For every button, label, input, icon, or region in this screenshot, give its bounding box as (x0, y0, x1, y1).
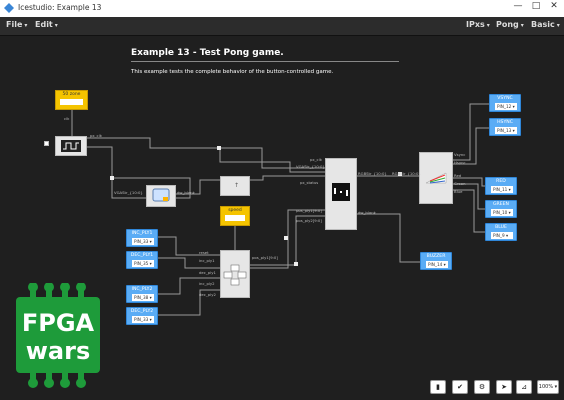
output-red[interactable]: RED PIN_11 ▾ (485, 177, 517, 195)
waveform-icon (61, 140, 81, 152)
input-port-square (44, 141, 49, 146)
wire-label: RGBStr_{10:0} (358, 171, 387, 176)
menubar: File ▾ Edit ▾ IPxs ▾ Pong ▾ Basic ▾ (0, 17, 564, 36)
wire-label: px_status (300, 180, 319, 185)
wire-label: px_clk (90, 133, 102, 138)
project-heading: Example 13 - Test Pong game. (131, 48, 284, 58)
dpad-icon (223, 264, 247, 286)
wire-label: dw_blank (358, 210, 376, 215)
wire-label: Vsync (454, 152, 466, 157)
wire-label: dec_ply1 (199, 270, 216, 275)
pin-select[interactable]: PIN_38 ▾ (132, 294, 154, 301)
project-description: This example tests the complete behavior… (131, 69, 334, 75)
caret-down-icon: ▾ (486, 22, 490, 29)
wire-label: px_clk (310, 157, 322, 162)
pin-select[interactable]: PIN_13 ▾ (495, 127, 517, 134)
input-inc-ply1[interactable]: INC_PLY1 PIN_33 ▾ (126, 229, 158, 247)
pong-game-block[interactable] (325, 158, 357, 230)
input-dec-ply1[interactable]: DEC_PLY1 PIN_35 ▾ (126, 251, 158, 269)
menu-edit[interactable]: Edit ▾ (35, 20, 58, 29)
pin-select[interactable]: PIN_9 ▾ (491, 232, 513, 239)
pong-screen-icon (332, 183, 350, 201)
wire-label: pos_ply1[9:0] (252, 255, 278, 260)
output-hsync[interactable]: HSYNC PIN_13 ▾ (489, 118, 521, 136)
wire-label: clk (64, 116, 70, 121)
constant-block-speed[interactable]: speed (220, 206, 250, 226)
output-buzzer[interactable]: BUZZER PIN_14 ▾ (420, 252, 452, 270)
menu-ipxs[interactable]: IPxs ▾ (466, 20, 490, 29)
wire-label: pos_ply2[9:0] (296, 218, 322, 223)
wire-label: inc_ply2 (199, 281, 215, 286)
upload-button[interactable]: ➤ (496, 380, 512, 394)
controller-block[interactable] (220, 250, 250, 298)
check-button[interactable]: ✔ (452, 380, 468, 394)
pin-select[interactable]: PIN_35 ▾ (132, 260, 154, 267)
wire-label: inc_ply1 (199, 258, 215, 263)
output-blue[interactable]: BLUE PIN_9 ▾ (485, 223, 517, 241)
pin-select[interactable]: PIN_12 ▾ (495, 103, 517, 110)
reset-block[interactable]: ↑ (220, 176, 250, 196)
wire-label: dw_blank (177, 190, 195, 195)
window-titlebar: Icestudio: Example 13 — □ ✕ (0, 0, 564, 18)
build-button[interactable]: ⊿ (516, 380, 532, 394)
pin-select[interactable]: PIN_10 ▾ (491, 209, 513, 216)
caret-down-icon: ▾ (24, 22, 28, 29)
heading-divider (131, 61, 399, 62)
menu-basic[interactable]: Basic ▾ (531, 20, 560, 29)
wire-label: RGBStr_{10:0} (392, 171, 421, 176)
verify-button[interactable]: ▮ (430, 380, 446, 394)
zoom-select[interactable]: 100% ▾ (537, 380, 559, 394)
constant-value[interactable] (225, 215, 245, 221)
output-green[interactable]: GREEN PIN_10 ▾ (485, 200, 517, 218)
wire-label: Red (454, 173, 462, 178)
constant-value[interactable] (60, 99, 83, 105)
maximize-button[interactable]: □ (528, 1, 544, 11)
pin-select[interactable]: PIN_11 ▾ (491, 186, 513, 193)
pin-select[interactable]: PIN_14 ▾ (426, 261, 448, 268)
rgb-block[interactable] (419, 152, 453, 204)
close-button[interactable]: ✕ (546, 1, 562, 11)
pin-select[interactable]: PIN_33 ▾ (132, 316, 154, 323)
settings-button[interactable]: ⚙ (474, 380, 490, 394)
window-title: Icestudio: Example 13 (18, 3, 102, 12)
logo-line1: FPGA (22, 309, 95, 337)
clock-generator-block[interactable] (55, 136, 87, 156)
icestudio-logo-icon (4, 3, 14, 13)
wire-label: Blue (454, 189, 463, 194)
constant-block-zone[interactable]: 50 zone (55, 90, 88, 110)
rgb-prism-icon (425, 172, 447, 184)
input-inc-ply2[interactable]: INC_PLY2 PIN_38 ▾ (126, 285, 158, 303)
minimize-button[interactable]: — (510, 1, 526, 11)
menu-pong[interactable]: Pong ▾ (496, 20, 524, 29)
fpgawars-logo: FPGA wars (16, 283, 100, 388)
pin-select[interactable]: PIN_33 ▾ (132, 238, 154, 245)
reset-icon: ↑ (234, 182, 240, 189)
caret-down-icon: ▾ (54, 22, 58, 29)
wire-label: Green (454, 181, 466, 186)
caret-down-icon: ▾ (520, 22, 524, 29)
wire-label: pos_ply1[9:0] (296, 208, 322, 213)
wire-label: reset (199, 250, 209, 255)
caret-down-icon: ▾ (556, 22, 560, 29)
monitor-icon (152, 188, 170, 202)
input-dec-ply2[interactable]: DEC_PLY2 PIN_33 ▾ (126, 307, 158, 325)
wire-label: Hsync (454, 160, 466, 165)
wire-label: dec_ply2 (199, 292, 216, 297)
vga-sync-block[interactable] (146, 185, 176, 207)
wire-label: VGAStr_{10:0} (114, 190, 143, 195)
logo-line2: wars (26, 337, 91, 365)
wire-label: VGAStr_{10:0} (296, 164, 325, 169)
output-vsync[interactable]: VSYNC PIN_12 ▾ (489, 94, 521, 112)
menu-file[interactable]: File ▾ (6, 20, 27, 29)
